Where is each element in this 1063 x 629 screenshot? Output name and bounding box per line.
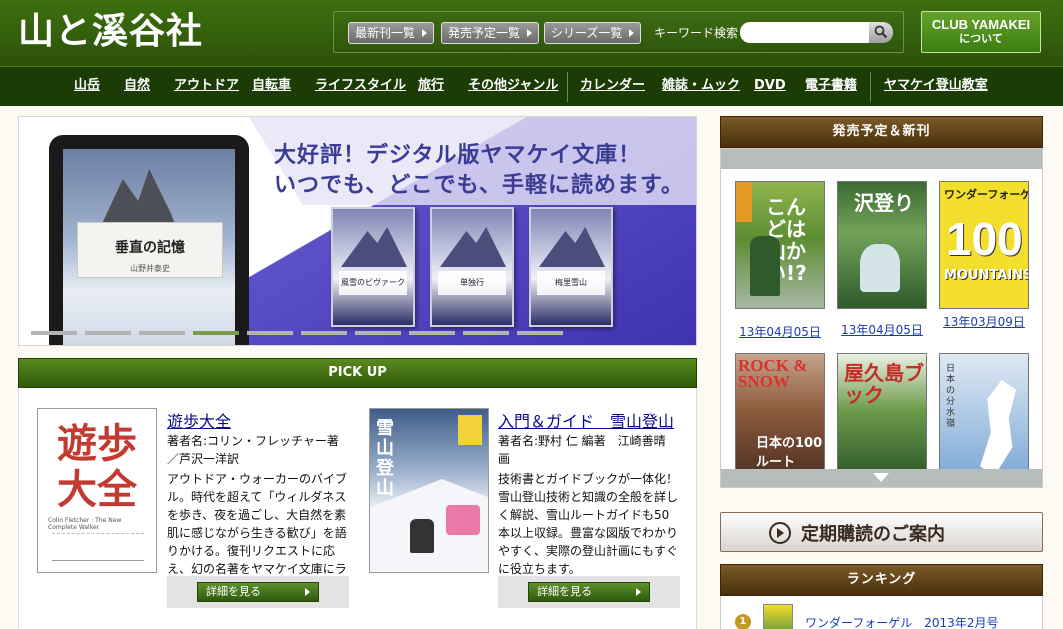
details-button[interactable]: 詳細を見る — [197, 582, 319, 602]
nav-item-climbing-school[interactable]: ヤマケイ登山教室 — [884, 67, 988, 106]
site-logo[interactable]: 山と溪谷社 — [18, 9, 203, 53]
chevron-right-icon — [527, 29, 533, 37]
club-yamakei-button[interactable]: CLUB YAMAKEI について — [921, 11, 1041, 53]
series-list-button[interactable]: シリーズ一覧 — [544, 22, 642, 44]
nav-divider — [870, 72, 871, 102]
release-date-link[interactable]: 13年04月05日 — [730, 323, 830, 340]
upcoming-books-button[interactable]: 発売予定一覧 — [441, 22, 540, 44]
tablet-book-card: 垂直の記憶 山野井泰史 — [77, 222, 223, 278]
release-date-link[interactable]: 13年04月05日 — [832, 321, 932, 338]
chevron-right-icon — [629, 29, 635, 37]
slide-dot[interactable] — [139, 331, 185, 335]
book-cover[interactable]: 屋久島ブック — [837, 353, 927, 481]
nav-item-dvd[interactable]: DVD — [754, 67, 786, 106]
chevron-down-icon — [873, 473, 889, 482]
book-cover[interactable]: 日本の分水嶺 — [939, 353, 1029, 481]
carousel-top-bar — [721, 149, 1042, 169]
ranking-item-link[interactable]: ワンダーフォーゲル 2013年2月号 — [805, 614, 998, 629]
upcoming-heading: 発売予定＆新刊 — [720, 116, 1043, 148]
header-tools: 最新刊一覧 発売予定一覧 シリーズ一覧 キーワード検索 — [333, 11, 904, 53]
banner-book-cover: 単独行 — [430, 207, 514, 327]
nav-item-ebooks[interactable]: 電子書籍 — [805, 67, 857, 106]
pickup-section: 遊歩 大全 Colin Fletcher : The New Complete … — [18, 388, 697, 629]
banner-headline-1: 大好評！デジタル版ヤマケイ文庫！ — [274, 143, 642, 168]
search-icon — [874, 25, 888, 39]
search-button[interactable] — [869, 22, 893, 43]
slide-dot[interactable] — [355, 331, 401, 335]
ranking-list: 1 ワンダーフォーゲル 2013年2月号 — [720, 596, 1043, 629]
slide-dot[interactable] — [463, 331, 509, 335]
keyword-search-input[interactable] — [740, 22, 870, 43]
nav-item-nature[interactable]: 自然 — [124, 67, 150, 106]
tablet-image: 垂直の記憶 山野井泰史 — [49, 135, 249, 345]
hero-banner[interactable]: 垂直の記憶 山野井泰史 大好評！デジタル版ヤマケイ文庫！ いつでも、どこでも、手… — [18, 116, 697, 346]
pickup-description: 技術書とガイドブックが一体化！雪山登山技術と知識の全般を詳しく解説、雪山ルートガ… — [498, 472, 679, 576]
climber-figure — [410, 519, 434, 553]
nav-item-outdoor[interactable]: アウトドア — [174, 67, 239, 106]
banner-book-cover: 風雪のビヴァーク — [331, 207, 415, 327]
pickup-author: 著者名:野村 仁 編著 江崎善晴 画 — [498, 434, 666, 466]
nav-item-bicycle[interactable]: 自転車 — [252, 67, 291, 106]
site-header: 山と溪谷社 最新刊一覧 発売予定一覧 シリーズ一覧 キーワード検索 CLUB Y… — [0, 0, 1063, 66]
map-image — [980, 380, 1016, 476]
book-cover[interactable]: 沢登り — [837, 181, 927, 309]
sketch-illustration — [52, 533, 144, 561]
book-cover-yukiyama[interactable]: 雪山登山 — [369, 408, 489, 573]
nav-item-magazine[interactable]: 雑誌・ムック — [662, 67, 740, 106]
rank-badge: 1 — [735, 614, 751, 629]
book-cover[interactable]: ワンダーフォーゲル100MOUNTAINS — [939, 181, 1029, 309]
ranking-thumbnail[interactable] — [763, 604, 793, 629]
slide-dot[interactable] — [301, 331, 347, 335]
pickup-title-link[interactable]: 入門＆ガイド 雪山登山 — [498, 408, 674, 432]
banner-headline-2: いつでも、どこでも、手軽に読めます。 — [274, 173, 684, 198]
chevron-right-icon — [422, 29, 428, 37]
slide-dot[interactable] — [31, 331, 77, 335]
keyword-search-label: キーワード検索 — [654, 26, 739, 40]
ranking-heading: ランキング — [720, 564, 1043, 596]
genre-nav: 山岳 自然 アウトドア 自転車 ライフスタイル 旅行 その他ジャンル カレンダー… — [0, 66, 1063, 106]
slide-dot-active[interactable] — [193, 331, 239, 335]
pickup-author: 著者名:コリン・フレッチャー著／芦沢一洋訳 — [167, 434, 339, 466]
nav-item-travel[interactable]: 旅行 — [418, 67, 444, 106]
nav-item-calendar[interactable]: カレンダー — [580, 67, 645, 106]
slide-dot[interactable] — [517, 331, 563, 335]
nav-item-mountain[interactable]: 山岳 — [74, 67, 100, 106]
book-cover[interactable]: こんどは山かい!? — [735, 181, 825, 309]
slide-dot[interactable] — [247, 331, 293, 335]
chevron-right-icon — [636, 588, 641, 596]
book-cover[interactable]: ROCK & SNOW 日本の100ルート — [735, 353, 825, 481]
book-cover-yuho-taizen[interactable]: 遊歩 大全 Colin Fletcher : The New Complete … — [37, 408, 157, 573]
slide-dot[interactable] — [85, 331, 131, 335]
arrow-circle-icon — [769, 522, 791, 544]
banner-book-cover: 梅里雪山 — [529, 207, 613, 327]
pickup-title-link[interactable]: 遊歩大全 — [167, 408, 231, 432]
subscription-button[interactable]: 定期購読のご案内 — [720, 512, 1043, 552]
latest-books-button[interactable]: 最新刊一覧 — [348, 22, 435, 44]
nav-divider — [567, 72, 568, 102]
upcoming-carousel: こんどは山かい!? 13年04月05日 沢登り 13年04月05日 ワンダーフォ… — [720, 148, 1043, 488]
nav-item-other-genres[interactable]: その他ジャンル — [468, 67, 558, 106]
release-date-link[interactable]: 13年03月09日 — [934, 313, 1034, 330]
details-button[interactable]: 詳細を見る — [528, 582, 650, 602]
carousel-next-button[interactable] — [721, 469, 1042, 487]
slide-dot[interactable] — [409, 331, 455, 335]
chevron-right-icon — [305, 588, 310, 596]
pickup-heading: PICK UP — [18, 358, 697, 388]
nav-item-lifestyle[interactable]: ライフスタイル — [315, 67, 406, 106]
